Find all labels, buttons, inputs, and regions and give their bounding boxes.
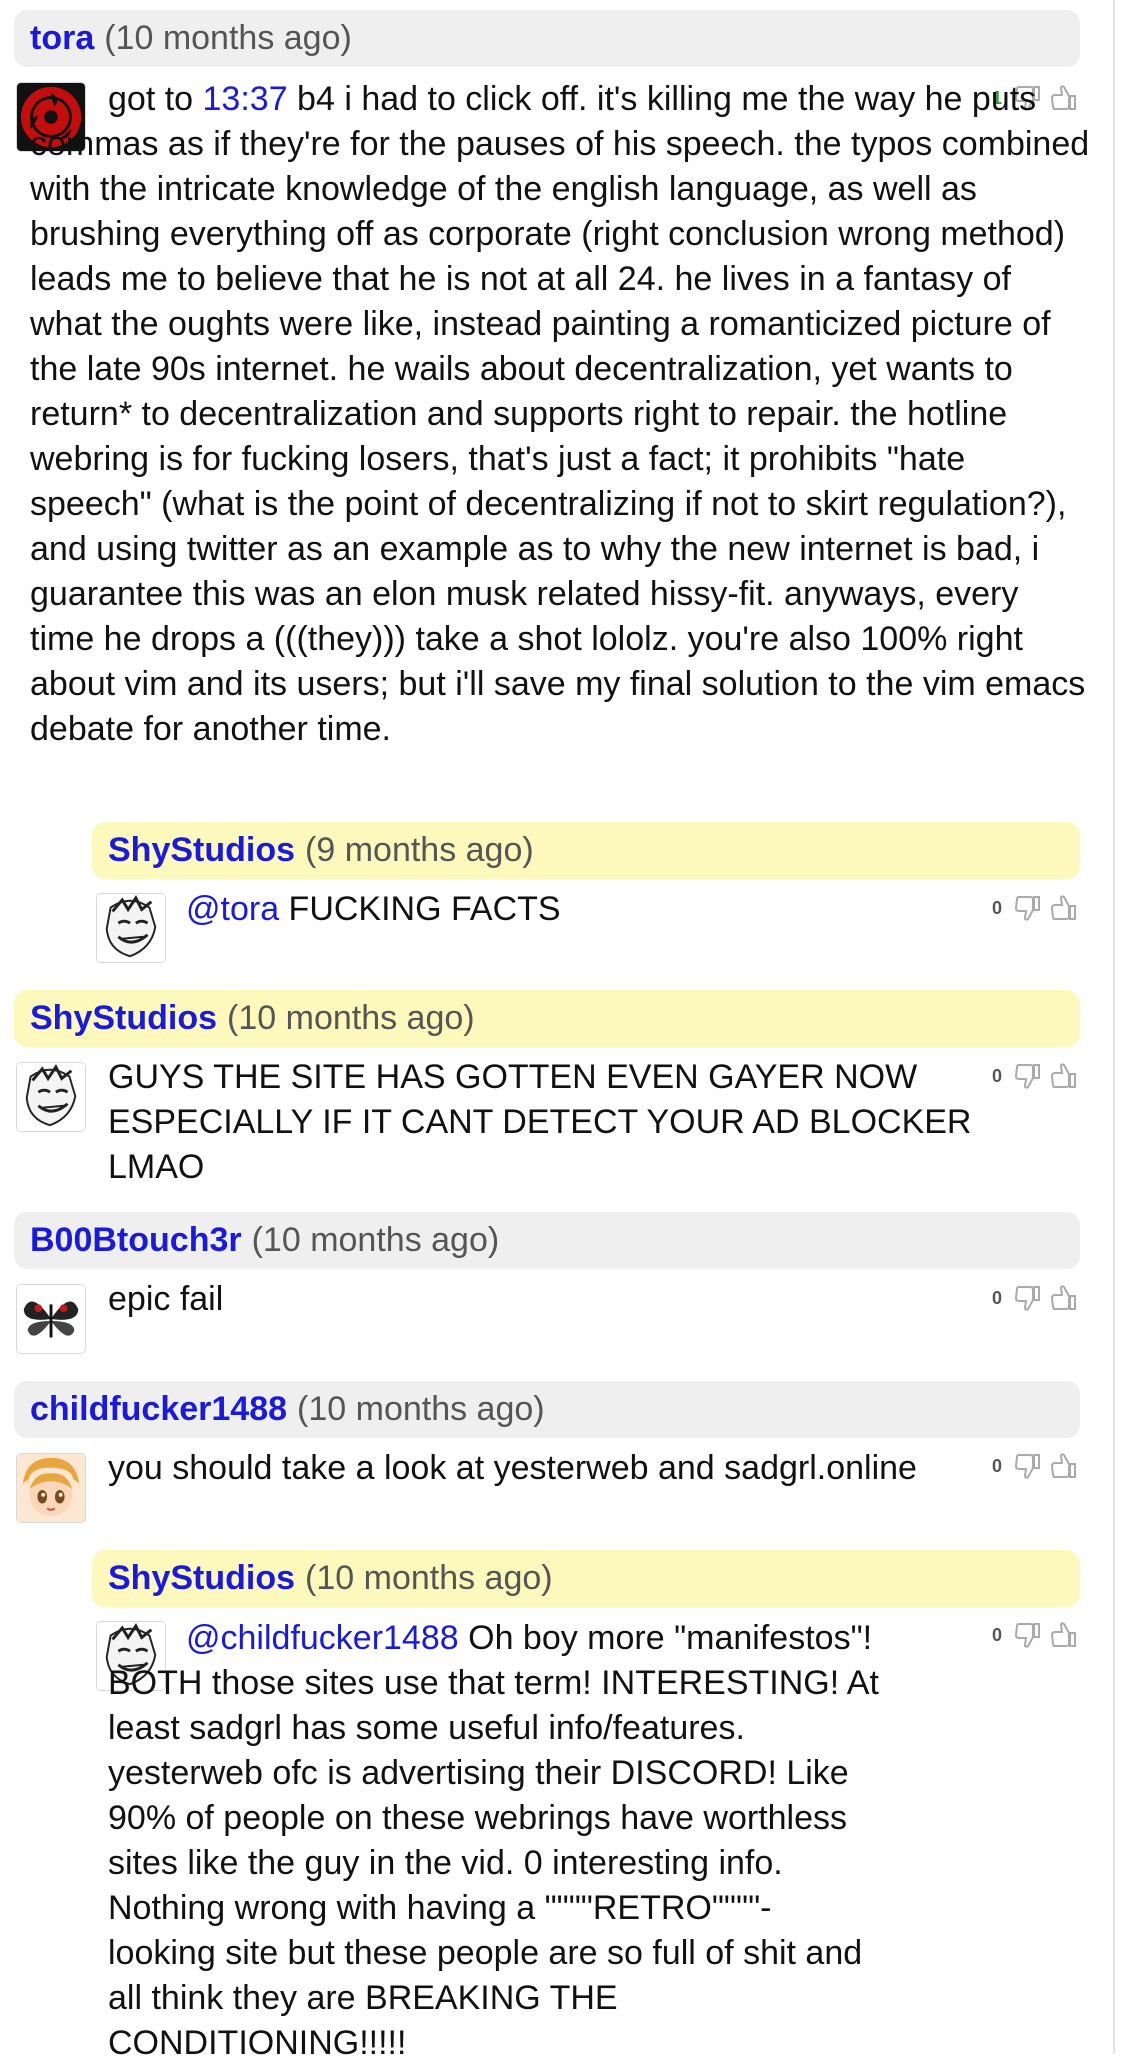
timestamp-link[interactable]: 13:37: [203, 80, 288, 118]
mention-link[interactable]: @tora: [186, 890, 279, 928]
comment-age: (10 months ago): [305, 1559, 553, 1597]
comment-text: epic fail: [108, 1277, 968, 1322]
thumbs-down-icon[interactable]: [1012, 1450, 1044, 1482]
thumbs-up-icon[interactable]: [1048, 892, 1080, 924]
comment-text-part: FUCKING FACTS: [279, 890, 561, 928]
comment-text: @childfucker1488 Oh boy more "manifestos…: [108, 1616, 888, 2066]
comment-text-part: you should take a look at yesterweb and …: [108, 1449, 917, 1487]
comment-header: B00Btouch3r (10 months ago): [14, 1212, 1080, 1269]
comment-age: (10 months ago): [297, 1390, 545, 1428]
thumbs-down-icon[interactable]: [1012, 1619, 1044, 1651]
comment-text: got to 13:37 b4 i had to click off. it's…: [30, 77, 1090, 752]
comment-text-part: GUYS THE SITE HAS GOTTEN EVEN GAYER NOW …: [108, 1058, 972, 1186]
comment-age: (10 months ago): [227, 999, 475, 1037]
username-link[interactable]: ShyStudios: [30, 999, 217, 1038]
username-link[interactable]: ShyStudios: [108, 831, 295, 870]
comment-text-part: got to: [108, 80, 203, 118]
thumbs-up-icon[interactable]: [1048, 1619, 1080, 1651]
thumbs-up-icon[interactable]: [1048, 1282, 1080, 1314]
comment-text: you should take a look at yesterweb and …: [108, 1446, 988, 1491]
anime-girl-avatar-icon: [17, 1454, 85, 1522]
vote-score: 0: [991, 1287, 1002, 1308]
vote-controls: 0: [982, 1446, 1080, 1486]
username-link[interactable]: ShyStudios: [108, 1559, 295, 1598]
comment-header: tora (10 months ago): [14, 10, 1080, 67]
vote-controls: 0: [982, 1615, 1080, 1655]
comment-text-part: b4 i had to click off. it's killing me t…: [30, 80, 1090, 748]
vote-score: 0: [991, 1455, 1002, 1476]
thumbs-down-icon[interactable]: [1012, 1282, 1044, 1314]
mention-link[interactable]: @childfucker1488: [186, 1619, 459, 1657]
vote-controls: 0: [982, 1278, 1080, 1318]
comment-age: (10 months ago): [104, 19, 352, 57]
vote-score: 0: [991, 897, 1002, 918]
comment-header: ShyStudios (9 months ago): [92, 822, 1080, 879]
username-link[interactable]: B00Btouch3r: [30, 1221, 242, 1260]
comment-text: GUYS THE SITE HAS GOTTEN EVEN GAYER NOW …: [30, 1055, 1070, 1190]
butterfly-avatar-icon: [17, 1285, 85, 1353]
thumbs-down-icon[interactable]: [1012, 892, 1044, 924]
avatar[interactable]: [16, 1284, 86, 1354]
comment-text-part: Oh boy more "manifestos"! BOTH those sit…: [108, 1619, 879, 2062]
comment-header: childfucker1488 (10 months ago): [14, 1381, 1080, 1438]
username-link[interactable]: tora: [30, 19, 94, 58]
comment-age: (9 months ago): [305, 831, 534, 869]
vote-score: 0: [991, 1624, 1002, 1645]
thumbs-up-icon[interactable]: [1048, 1450, 1080, 1482]
comment-age: (10 months ago): [251, 1221, 500, 1259]
comment-header: ShyStudios (10 months ago): [92, 1550, 1080, 1607]
vote-controls: 0: [982, 888, 1080, 928]
comment-header: ShyStudios (10 months ago): [14, 990, 1080, 1047]
sketch-face-avatar-icon: [97, 894, 165, 962]
comment-text-part: epic fail: [108, 1280, 224, 1318]
avatar[interactable]: [16, 1453, 86, 1523]
username-link[interactable]: childfucker1488: [30, 1390, 287, 1429]
page-border: [1113, 0, 1115, 2054]
avatar[interactable]: [96, 893, 166, 963]
comment-text: @tora FUCKING FACTS: [186, 887, 966, 932]
